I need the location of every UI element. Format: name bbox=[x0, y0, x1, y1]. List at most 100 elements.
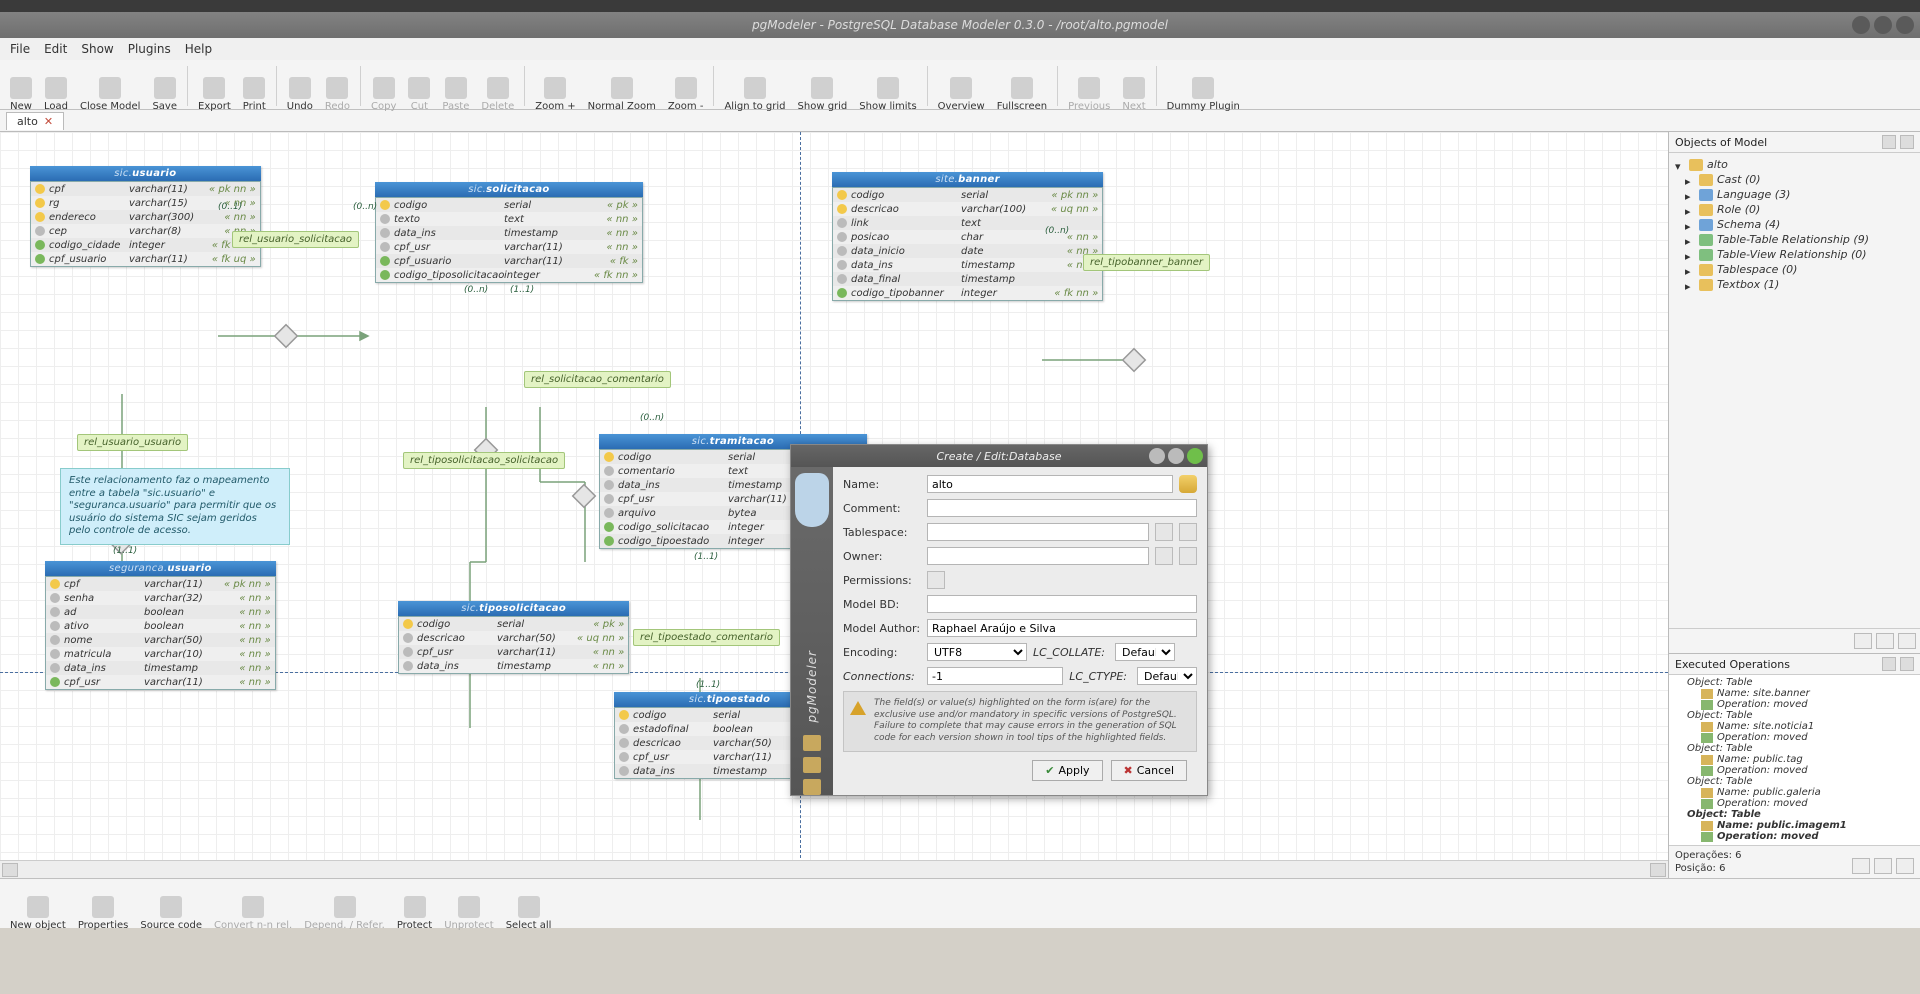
exec-clear-btn[interactable] bbox=[1896, 858, 1914, 874]
menu-show[interactable]: Show bbox=[81, 42, 113, 56]
table-banner[interactable]: site.bannercodigoserial« pk nn »descrica… bbox=[832, 172, 1103, 301]
rel-label[interactable]: rel_tipobanner_banner bbox=[1083, 254, 1210, 271]
author-field[interactable] bbox=[927, 619, 1197, 637]
window-minimize[interactable] bbox=[1852, 16, 1870, 34]
exec-entry[interactable]: Operation: moved bbox=[1673, 831, 1916, 842]
tree-item[interactable]: ▸ Tablespace (0) bbox=[1671, 262, 1918, 277]
owner-field[interactable] bbox=[927, 547, 1149, 565]
tool-undo[interactable]: Undo bbox=[281, 64, 319, 112]
tool-protect[interactable]: Protect bbox=[391, 883, 438, 931]
exec-entry[interactable]: Operation: moved bbox=[1673, 732, 1916, 743]
tool-save[interactable]: Save bbox=[146, 64, 183, 112]
modelbd-field[interactable] bbox=[927, 595, 1197, 613]
exec-entry[interactable]: Name: public.imagem1 bbox=[1673, 820, 1916, 831]
tool-print[interactable]: Print bbox=[237, 64, 272, 112]
tree-root[interactable]: ▾ alto bbox=[1671, 157, 1918, 172]
menu-edit[interactable]: Edit bbox=[44, 42, 67, 56]
menu-help[interactable]: Help bbox=[185, 42, 212, 56]
exec-close[interactable] bbox=[1900, 657, 1914, 671]
canvas-scroll-h[interactable] bbox=[0, 860, 1668, 878]
encoding-select[interactable]: UTF8 bbox=[927, 643, 1027, 661]
dialog-minimize[interactable] bbox=[1149, 448, 1165, 464]
exec-entry[interactable]: Object: Table bbox=[1673, 710, 1916, 721]
permissions-edit[interactable] bbox=[927, 571, 945, 589]
table-solicitacao[interactable]: sic.solicitacaocodigoserial« pk »textote… bbox=[375, 182, 643, 283]
tool-normal-zoom[interactable]: Normal Zoom bbox=[582, 64, 662, 112]
owner-pick[interactable] bbox=[1179, 547, 1197, 565]
exec-entry[interactable]: Operation: moved bbox=[1673, 699, 1916, 710]
tool-overview[interactable]: Overview bbox=[932, 64, 991, 112]
tablespace-field[interactable] bbox=[927, 523, 1149, 541]
tool-show-grid[interactable]: Show grid bbox=[792, 64, 854, 112]
exec-float[interactable] bbox=[1882, 657, 1896, 671]
tool-close-model[interactable]: Close Model bbox=[74, 64, 146, 112]
scroll-right[interactable] bbox=[1650, 863, 1666, 877]
exec-entry[interactable]: Object: Table bbox=[1673, 743, 1916, 754]
tab-alto[interactable]: alto ✕ bbox=[6, 112, 64, 130]
tree-item[interactable]: ▸ Table-View Relationship (0) bbox=[1671, 247, 1918, 262]
rel-label[interactable]: rel_tiposolicitacao_solicitacao bbox=[403, 452, 565, 469]
exec-entry[interactable]: Object: Table bbox=[1673, 809, 1916, 820]
note-text[interactable]: Este relacionamento faz o mapeamento ent… bbox=[60, 468, 290, 545]
tree-btn-1[interactable] bbox=[1854, 633, 1872, 649]
exec-entry[interactable]: Name: site.noticia1 bbox=[1673, 721, 1916, 732]
cancel-button[interactable]: Cancel bbox=[1111, 760, 1187, 781]
tree-item[interactable]: ▸ Schema (4) bbox=[1671, 217, 1918, 232]
tablespace-clear[interactable] bbox=[1155, 523, 1173, 541]
exec-entry[interactable]: Name: public.tag bbox=[1673, 754, 1916, 765]
tree-item[interactable]: ▸ Textbox (1) bbox=[1671, 277, 1918, 292]
rel-label[interactable]: rel_usuario_solicitacao bbox=[232, 231, 359, 248]
tool-align-to-grid[interactable]: Align to grid bbox=[718, 64, 791, 112]
objects-tree[interactable]: ▾ alto▸ Cast (0)▸ Language (3)▸ Role (0)… bbox=[1669, 153, 1920, 628]
rel-label[interactable]: rel_solicitacao_comentario bbox=[524, 371, 671, 388]
panel-float[interactable] bbox=[1882, 135, 1896, 149]
tree-item[interactable]: ▸ Role (0) bbox=[1671, 202, 1918, 217]
tool-fullscreen[interactable]: Fullscreen bbox=[991, 64, 1053, 112]
exec-entry[interactable]: Name: public.galeria bbox=[1673, 787, 1916, 798]
menu-plugins[interactable]: Plugins bbox=[128, 42, 171, 56]
close-icon[interactable]: ✕ bbox=[44, 115, 53, 128]
tool-load[interactable]: Load bbox=[38, 64, 74, 112]
tool-show-limits[interactable]: Show limits bbox=[853, 64, 922, 112]
tool-new-object[interactable]: New object bbox=[4, 883, 72, 931]
exec-list[interactable]: Object: Table Name: site.banner Operatio… bbox=[1669, 675, 1920, 845]
table-usuario[interactable]: sic.usuariocpfvarchar(11)« pk nn »rgvarc… bbox=[30, 166, 261, 267]
window-close[interactable] bbox=[1896, 16, 1914, 34]
tool-zoom-[interactable]: Zoom + bbox=[529, 64, 581, 112]
rel-label[interactable]: rel_tipoestado_comentario bbox=[633, 629, 780, 646]
tree-btn-3[interactable] bbox=[1898, 633, 1916, 649]
apply-button[interactable]: Apply bbox=[1032, 760, 1102, 781]
tool-properties[interactable]: Properties bbox=[72, 883, 135, 931]
owner-clear[interactable] bbox=[1155, 547, 1173, 565]
exec-redo-btn[interactable] bbox=[1874, 858, 1892, 874]
panel-close[interactable] bbox=[1900, 135, 1914, 149]
comment-field[interactable] bbox=[927, 499, 1197, 517]
table-seg_usuario[interactable]: seguranca.usuariocpfvarchar(11)« pk nn »… bbox=[45, 561, 276, 690]
tool-new[interactable]: New bbox=[4, 64, 38, 112]
lc-collate-select[interactable]: Default bbox=[1115, 643, 1175, 661]
exec-entry[interactable]: Object: Table bbox=[1673, 677, 1916, 688]
rel-label[interactable]: rel_usuario_usuario bbox=[77, 434, 188, 451]
tool-select-all[interactable]: Select all bbox=[500, 883, 558, 931]
exec-entry[interactable]: Name: site.banner bbox=[1673, 688, 1916, 699]
tree-item[interactable]: ▸ Language (3) bbox=[1671, 187, 1918, 202]
name-field[interactable] bbox=[927, 475, 1173, 493]
scroll-left[interactable] bbox=[2, 863, 18, 877]
dialog-close[interactable] bbox=[1187, 448, 1203, 464]
dialog-maximize[interactable] bbox=[1168, 448, 1184, 464]
window-maximize[interactable] bbox=[1874, 16, 1892, 34]
lc-ctype-select[interactable]: Default bbox=[1137, 667, 1197, 685]
tool-export[interactable]: Export bbox=[192, 64, 237, 112]
tree-item[interactable]: ▸ Table-Table Relationship (9) bbox=[1671, 232, 1918, 247]
dialog-titlebar[interactable]: Create / Edit:Database bbox=[791, 445, 1207, 467]
tree-btn-2[interactable] bbox=[1876, 633, 1894, 649]
exec-undo-btn[interactable] bbox=[1852, 858, 1870, 874]
tool-zoom-[interactable]: Zoom - bbox=[662, 64, 710, 112]
tree-item[interactable]: ▸ Cast (0) bbox=[1671, 172, 1918, 187]
tablespace-pick[interactable] bbox=[1179, 523, 1197, 541]
tool-dummy-plugin[interactable]: Dummy Plugin bbox=[1161, 64, 1246, 112]
exec-entry[interactable]: Operation: moved bbox=[1673, 765, 1916, 776]
exec-entry[interactable]: Object: Table bbox=[1673, 776, 1916, 787]
tool-source-code[interactable]: Source code bbox=[134, 883, 208, 931]
table-tiposolicitacao[interactable]: sic.tiposolicitacaocodigoserial« pk »des… bbox=[398, 601, 629, 674]
